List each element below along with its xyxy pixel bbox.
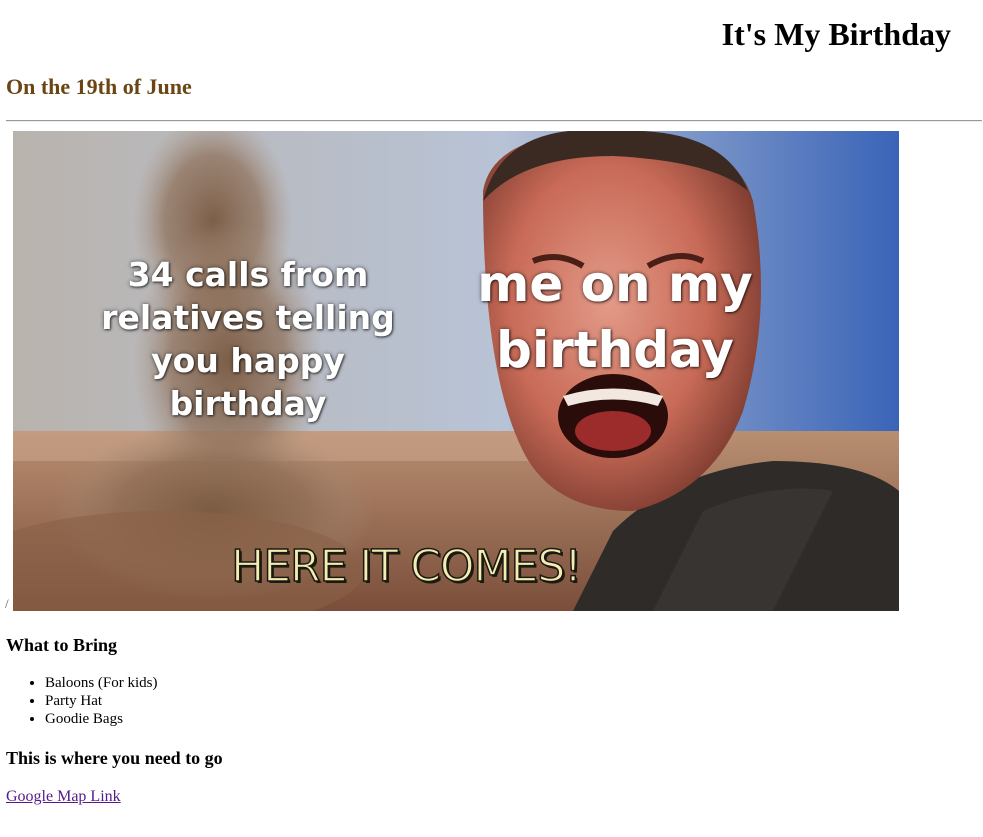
list-item: Party Hat [45,692,158,710]
list-item: Goodie Bags [45,710,158,728]
meme-caption-relatives: 34 calls from relatives telling you happ… [101,255,395,423]
stray-slash-text: / [5,596,9,611]
google-map-link[interactable]: Google Map Link [6,787,121,807]
meme-caption-me: me on my birthday [477,255,753,379]
bring-list: Baloons (For kids) Party Hat Goodie Bags [0,674,158,728]
birthday-meme-image: 34 calls from relatives telling you happ… [13,131,899,611]
what-to-bring-heading: What to Bring [6,635,118,655]
date-heading: On the 19th of June [6,74,192,99]
page-title: It's My Birthday [721,16,951,52]
directions-heading: This is where you need to go [6,748,223,768]
divider [6,120,982,122]
page: It's My Birthday On the 19th of June / 3… [0,0,983,837]
meme-caption-here-it-comes: HERE IT COMES! [230,540,582,593]
list-item: Baloons (For kids) [45,674,158,692]
